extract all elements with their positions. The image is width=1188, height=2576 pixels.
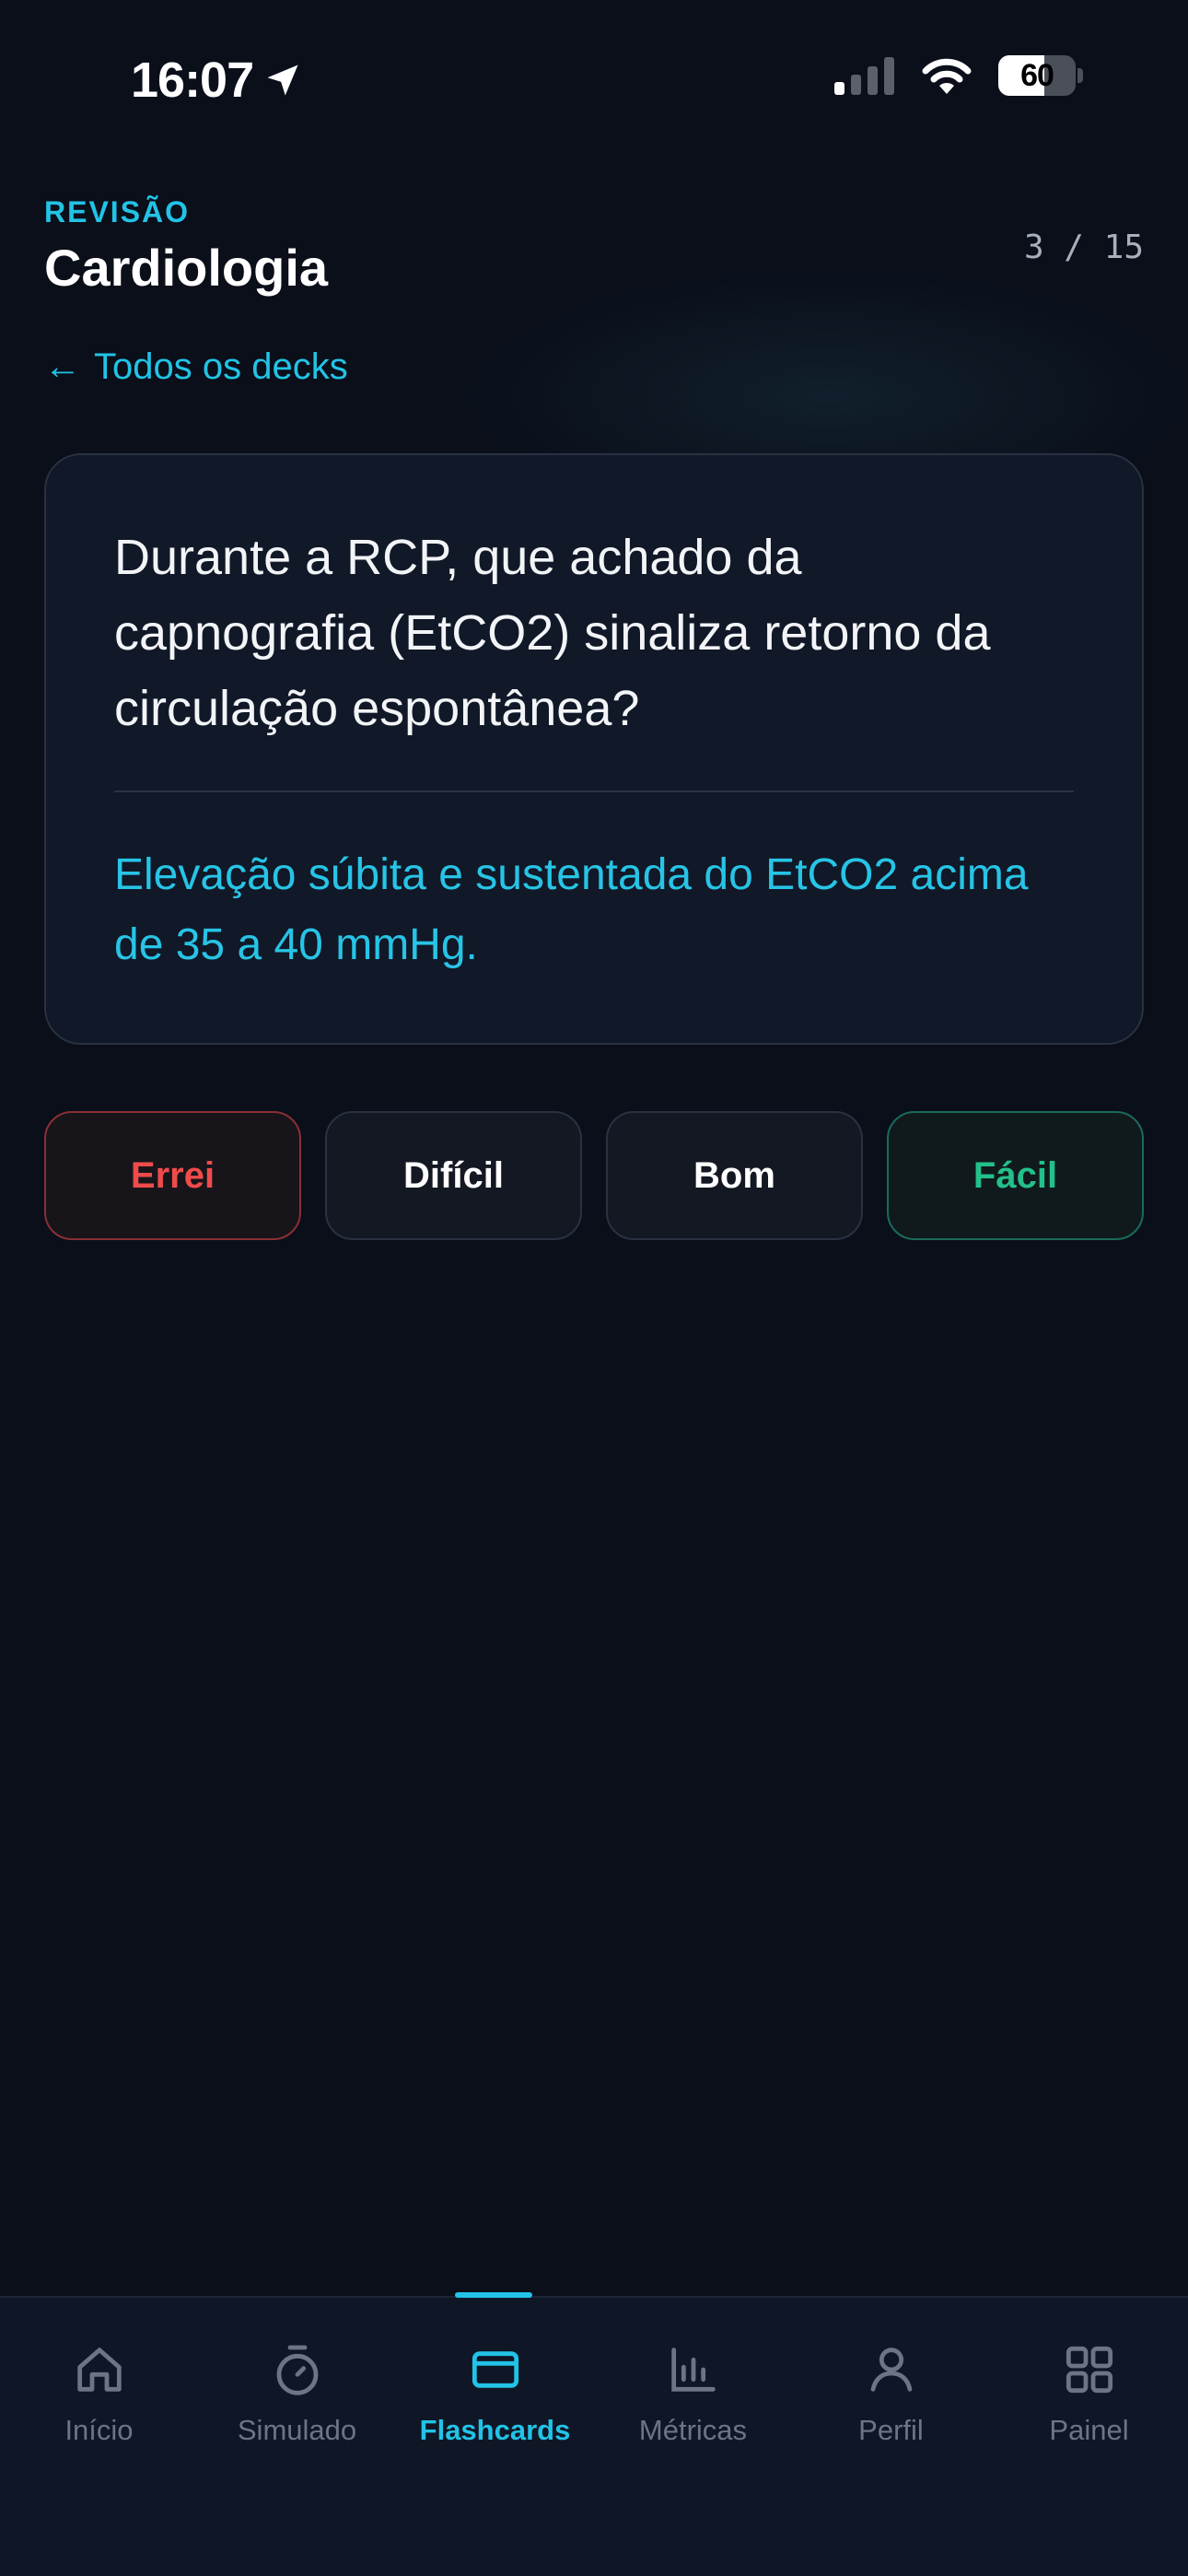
- flashcard-question: Durante a RCP, que achado da capnografia…: [114, 530, 991, 736]
- section-eyebrow: REVISÃO: [44, 195, 191, 228]
- status-time-text: 16:07: [131, 53, 254, 108]
- tab-flashcards[interactable]: Flashcards: [396, 2298, 594, 2447]
- card-counter: 3 / 15: [1023, 228, 1144, 266]
- tab-painel-label: Painel: [1049, 2414, 1129, 2446]
- tab-perfil[interactable]: Perfil: [792, 2298, 990, 2447]
- page-title: Cardiologia: [44, 239, 329, 297]
- back-link-label: Todos os decks: [94, 346, 348, 387]
- tab-inicio-label: Início: [64, 2414, 134, 2446]
- location-arrow-icon: [267, 64, 298, 96]
- home-icon: [76, 2348, 122, 2392]
- user-icon: [870, 2348, 912, 2392]
- tab-metricas-label: Métricas: [638, 2414, 748, 2446]
- back-to-decks-link[interactable]: ← Todos os decks: [44, 346, 348, 388]
- tab-inicio[interactable]: Início: [0, 2298, 198, 2447]
- bar-chart-icon: [670, 2348, 716, 2392]
- rate-hard-button[interactable]: Difícil: [325, 1111, 582, 1240]
- card-icon: [472, 2351, 518, 2388]
- rate-good-button[interactable]: Bom: [606, 1111, 863, 1240]
- grid-icon: [1066, 2346, 1112, 2394]
- status-time: 16:07: [131, 52, 303, 109]
- timer-icon: [276, 2345, 318, 2395]
- tab-perfil-label: Perfil: [858, 2414, 924, 2446]
- wifi-icon: [922, 58, 972, 94]
- flashcard-answer: Elevação súbita e sustentada do EtCO2 ac…: [114, 850, 1029, 969]
- status-icons: 60: [834, 55, 1083, 96]
- signal-icon: [834, 57, 894, 95]
- battery-icon: 60: [998, 55, 1076, 96]
- flashcard[interactable]: Durante a RCP, que achado da capnografia…: [44, 453, 1144, 1045]
- tab-simulado[interactable]: Simulado: [198, 2298, 396, 2447]
- rate-again-button[interactable]: Errei: [44, 1111, 301, 1240]
- rate-easy-button[interactable]: Fácil: [887, 1111, 1144, 1240]
- flashcard-divider: [114, 790, 1074, 792]
- tab-bar: Início Simulado Flashcards Métricas Perf…: [0, 2292, 1188, 2576]
- battery-level: 60: [1020, 57, 1054, 93]
- battery-tip: [1077, 68, 1083, 83]
- active-tab-indicator: [455, 2292, 532, 2298]
- tab-simulado-label: Simulado: [237, 2414, 357, 2446]
- rating-buttons: Errei Difícil Bom Fácil: [44, 1111, 1144, 1240]
- back-arrow-icon: ←: [44, 346, 81, 387]
- tab-metricas[interactable]: Métricas: [594, 2298, 792, 2447]
- tab-painel[interactable]: Painel: [990, 2298, 1188, 2447]
- tab-flashcards-label: Flashcards: [419, 2414, 571, 2446]
